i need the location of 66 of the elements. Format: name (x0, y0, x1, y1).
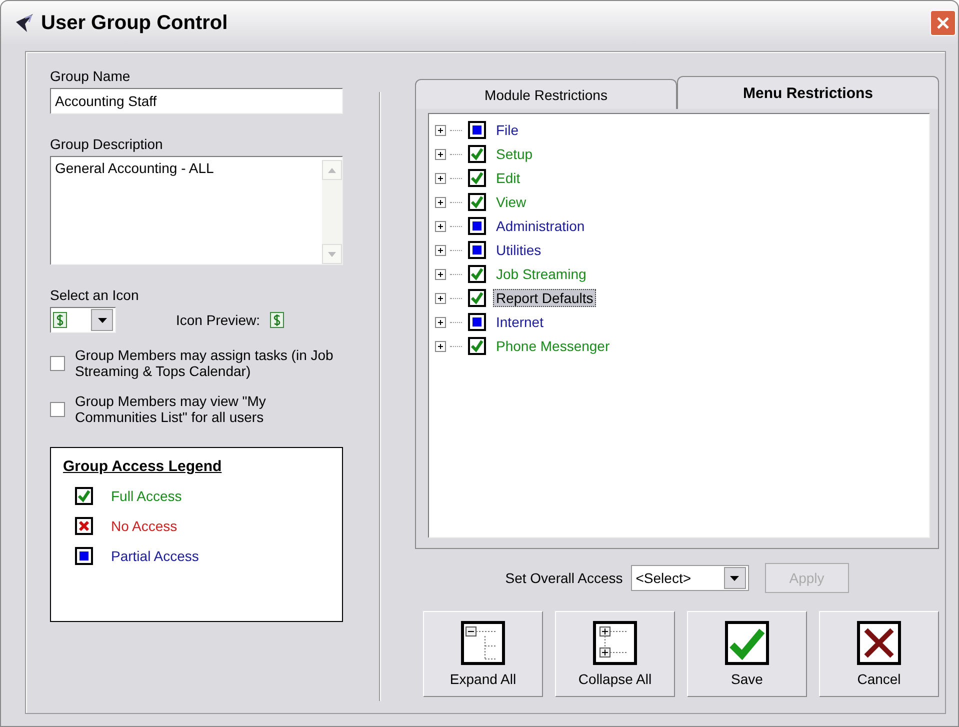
access-dropdown[interactable]: <Select> (630, 565, 749, 591)
tree-collapse-icon (593, 621, 637, 665)
checkbox[interactable] (50, 402, 65, 416)
close-button[interactable] (930, 10, 956, 36)
group-name-field[interactable]: Accounting Staff (50, 88, 343, 114)
plus-icon[interactable] (435, 148, 446, 160)
expand-button[interactable]: Expand All (423, 611, 543, 697)
partial-access-icon (468, 217, 486, 235)
full-access-icon (468, 193, 486, 211)
close-icon (935, 15, 951, 31)
checkbox-label: Group Members may assign tasks (in Job Streaming & Tops Calendar) (75, 347, 334, 379)
up-arrow-icon (328, 168, 336, 172)
money-icon (53, 312, 67, 328)
plus-icon[interactable] (435, 268, 446, 280)
overall-access-label: Set Overall Access (505, 570, 623, 586)
checkbox-label: Group Members may view "My Communities List" for all users (75, 393, 267, 425)
cancel-button[interactable]: Cancel (819, 611, 939, 697)
plus-icon[interactable] (435, 124, 446, 136)
full-access-icon (468, 169, 486, 187)
field-label: Select an Icon (50, 287, 140, 303)
close-icon (857, 621, 901, 665)
legend-title: Group Access Legend (63, 458, 222, 475)
down-arrow-icon (328, 252, 336, 256)
tree-item[interactable]: Internet (493, 313, 546, 331)
field-label: Group Description (50, 136, 164, 152)
tab[interactable]: Menu Restrictions (677, 76, 939, 109)
checkbox[interactable] (50, 356, 65, 370)
tree-item[interactable]: Phone Messenger (493, 337, 613, 355)
partial-access-icon (468, 241, 486, 259)
plus-icon[interactable] (435, 220, 446, 232)
plus-icon[interactable] (435, 244, 446, 256)
legend-label: Partial Access (111, 548, 199, 564)
none-access-icon (75, 517, 93, 535)
partial-access-icon (75, 547, 93, 565)
tree-item[interactable]: View (493, 193, 530, 211)
plus-icon[interactable] (435, 292, 446, 304)
plus-icon[interactable] (435, 316, 446, 328)
window-title: User Group Control (41, 12, 229, 34)
tree-item[interactable]: Job Streaming (493, 265, 590, 283)
plus-icon[interactable] (435, 196, 446, 208)
legend-label: No Access (111, 518, 178, 534)
legend-label: Full Access (111, 488, 182, 504)
full-access-icon (468, 265, 486, 283)
tree-item[interactable]: Utilities (493, 241, 544, 259)
full-access-icon (468, 145, 486, 163)
collapse-button[interactable]: Collapse All (555, 611, 675, 697)
partial-access-icon (468, 121, 486, 139)
field-label: Group Name (50, 68, 132, 84)
tree-item[interactable]: File (493, 121, 522, 139)
save-button[interactable]: Save (687, 611, 807, 697)
partial-access-icon (468, 313, 486, 331)
plus-icon[interactable] (435, 172, 446, 184)
tab[interactable]: Module Restrictions (415, 79, 677, 109)
icon-dropdown[interactable] (50, 307, 116, 333)
full-access-icon (468, 289, 486, 307)
full-access-icon (75, 487, 93, 505)
tree-item[interactable]: Administration (493, 217, 588, 235)
full-access-icon (468, 337, 486, 355)
plus-icon[interactable] (435, 340, 446, 352)
tree-item[interactable]: Setup (493, 145, 536, 163)
money-icon (270, 312, 284, 328)
icon-preview-label: Icon Preview: (176, 312, 260, 328)
tree-expand-icon (461, 621, 505, 665)
checkmark-icon (725, 621, 769, 665)
tree-item[interactable]: Edit (493, 169, 524, 187)
tree-item[interactable]: Report Defaults (493, 289, 596, 307)
